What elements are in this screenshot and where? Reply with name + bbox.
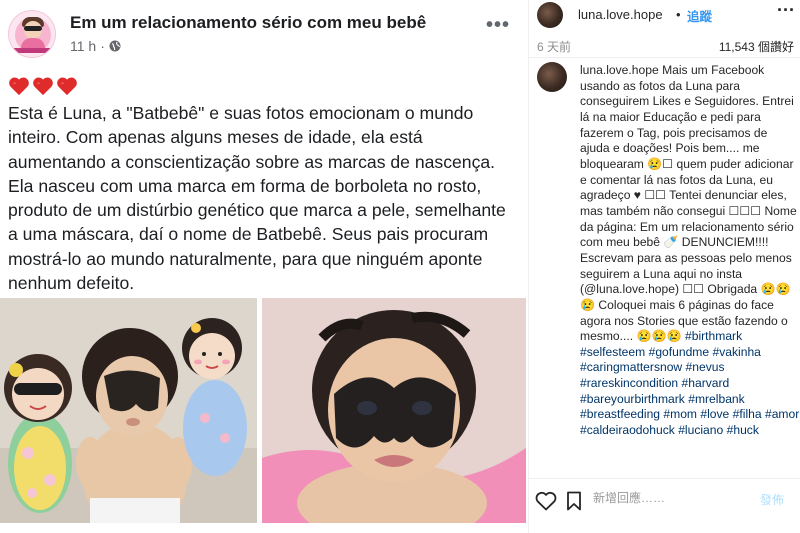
- more-options-button[interactable]: •••: [486, 14, 510, 37]
- divider: [529, 57, 800, 58]
- page-avatar: [8, 10, 56, 58]
- hashtag-link[interactable]: #harvard: [682, 376, 730, 390]
- post-comment-button[interactable]: 發佈: [760, 491, 784, 508]
- scroll-fade: [529, 456, 800, 470]
- hashtag-link[interactable]: #caldeiraodohuck: [580, 423, 675, 437]
- hashtag-link[interactable]: #caringmattersnow: [580, 360, 682, 374]
- hashtag-link[interactable]: #love: [700, 407, 729, 421]
- post-time: 11 h: [70, 38, 97, 54]
- page-name: Em um relacionamento sério com meu bebê: [70, 13, 427, 32]
- heart-outline-icon[interactable]: [534, 489, 558, 513]
- caption-text: Mais um Facebook usando as fotos da Luna…: [580, 63, 797, 344]
- meta-separator: ·: [100, 38, 105, 54]
- more-options-button[interactable]: ···: [777, 0, 795, 21]
- hashtag-link[interactable]: #selfesteem: [580, 345, 645, 359]
- post-photo-baby-with-dolls: [0, 298, 257, 523]
- facebook-post-screenshot: Em um relacionamento sério com meu bebê …: [0, 0, 528, 533]
- hashtag-link[interactable]: #nevus: [686, 360, 725, 374]
- post-header: luna.love.hope • 追蹤 ···: [529, 0, 800, 32]
- hashtag-link[interactable]: #gofundme: [649, 345, 710, 359]
- hashtag-link[interactable]: #bareyourbirthmark: [580, 392, 685, 406]
- heart-emojis: [8, 76, 78, 96]
- globe-icon: [109, 40, 121, 52]
- heart-icon: [33, 77, 53, 96]
- comment-input[interactable]: [593, 488, 753, 508]
- caption: luna.love.hope Mais um Facebook usando a…: [580, 63, 800, 439]
- hashtag-link[interactable]: #filha: [733, 407, 762, 421]
- post-photo-baby-closeup: [262, 298, 526, 523]
- post-time: 6 天前: [537, 40, 572, 54]
- header-separator: •: [676, 7, 681, 22]
- heart-icon: [9, 77, 29, 96]
- post-text: Esta é Luna, a "Batbebê" e suas fotos em…: [8, 103, 506, 294]
- hashtag-link[interactable]: #vakinha: [713, 345, 761, 359]
- likes-count[interactable]: 11,543 個讚好: [719, 38, 794, 55]
- hashtag-link[interactable]: #amor: [765, 407, 799, 421]
- comments-area[interactable]: luna.love.hope Mais um Facebook usando a…: [529, 60, 800, 470]
- hashtag-link[interactable]: #luciano: [678, 423, 723, 437]
- hashtag-link[interactable]: #rareskincondition: [580, 376, 678, 390]
- hashtag-link[interactable]: #breastfeeding: [580, 407, 660, 421]
- hashtag-link[interactable]: #mrelbank: [688, 392, 744, 406]
- instagram-post-panel: luna.love.hope • 追蹤 ··· 6 天前 11,543 個讚好 …: [528, 0, 800, 533]
- divider: [529, 478, 800, 479]
- user-avatar[interactable]: [537, 2, 563, 28]
- bookmark-icon[interactable]: [562, 489, 586, 513]
- caption-username[interactable]: luna.love.hope: [580, 63, 659, 77]
- hashtag-link[interactable]: #birthmark: [685, 329, 742, 343]
- caption-avatar[interactable]: [537, 62, 567, 92]
- hashtag-list: #birthmark #selfesteem #gofundme #vakinh…: [580, 329, 799, 437]
- hashtag-link[interactable]: #huck: [727, 423, 759, 437]
- post-meta: 11 h ·: [70, 38, 121, 54]
- follow-button[interactable]: 追蹤: [687, 6, 712, 25]
- header-username[interactable]: luna.love.hope: [578, 7, 663, 22]
- hashtag-link[interactable]: #mom: [663, 407, 697, 421]
- heart-icon: [57, 77, 77, 96]
